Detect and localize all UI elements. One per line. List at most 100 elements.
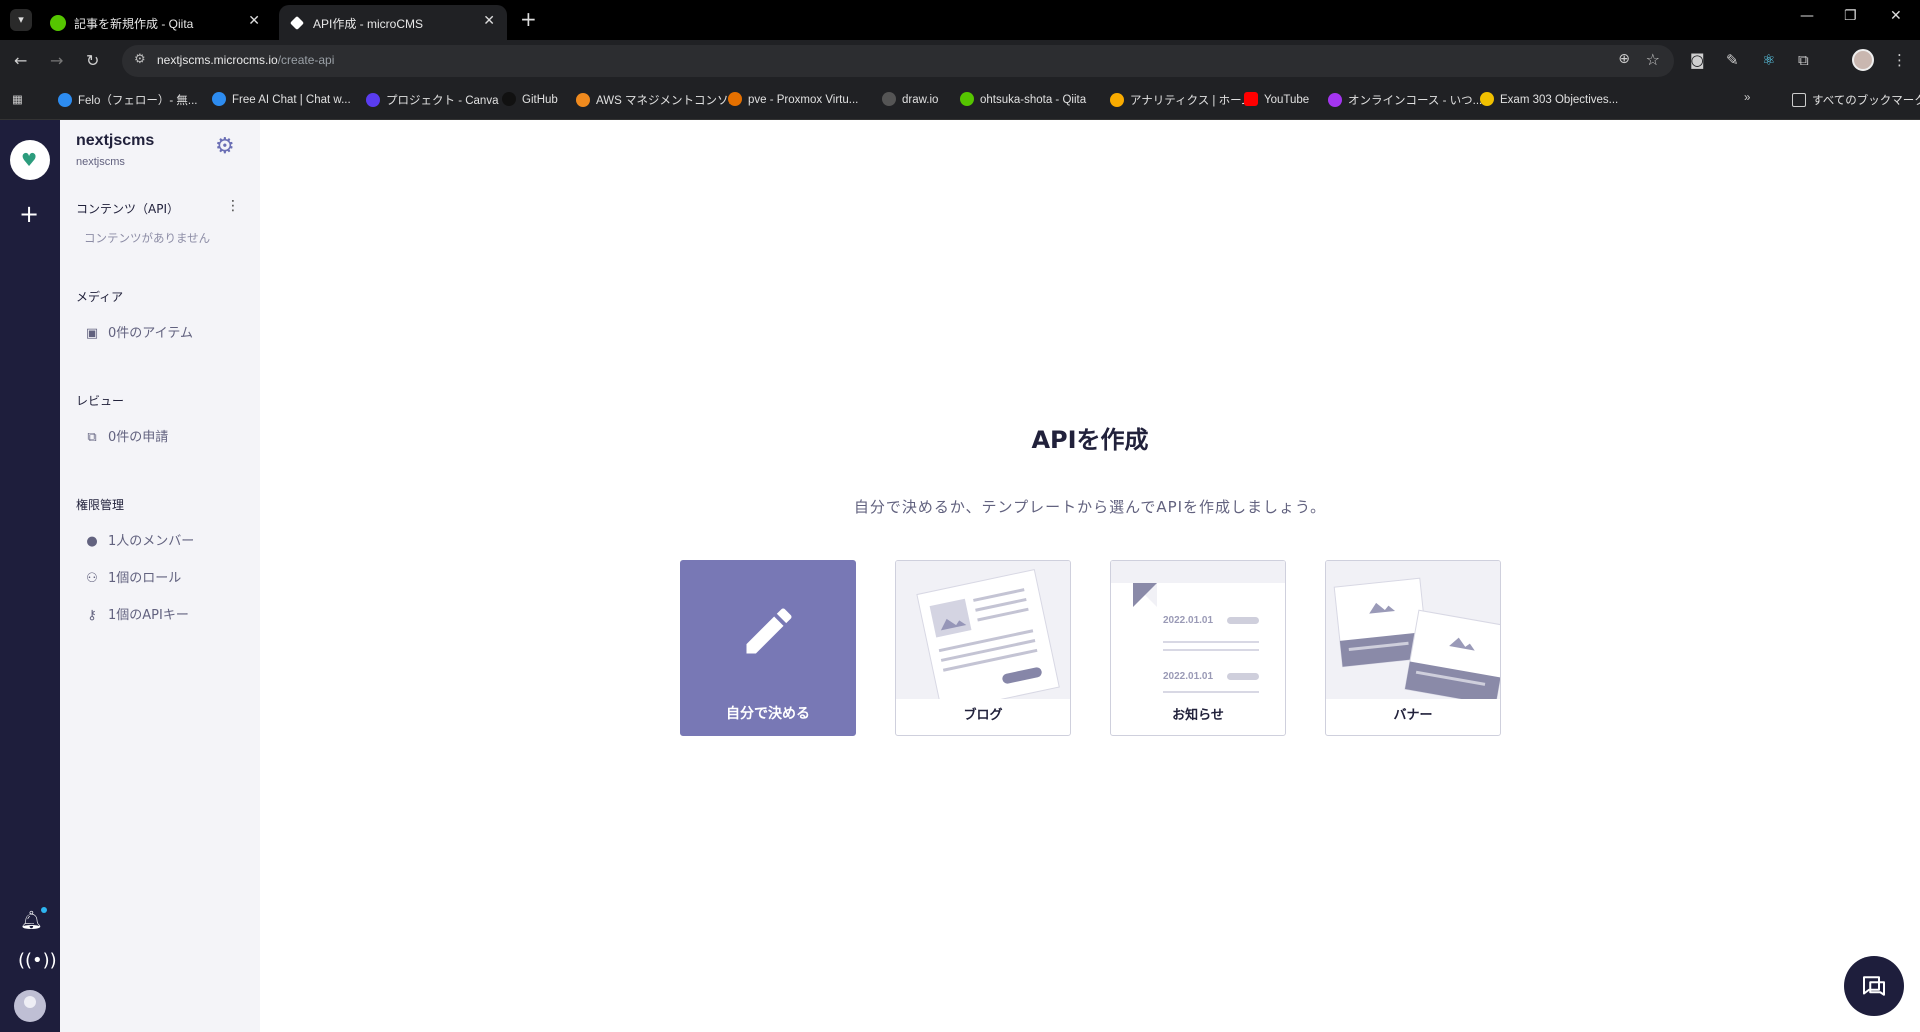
page-title: APIを作成 (1031, 426, 1149, 454)
main-content: APIを作成 自分で決めるか、テンプレートから選んでAPIを作成しましょう。 自… (260, 120, 1920, 1032)
broadcast-icon[interactable]: ((•)) (18, 950, 57, 971)
back-icon[interactable]: ← (14, 51, 27, 70)
bookmark-favicon-icon (366, 93, 380, 107)
bookmark-favicon-icon (728, 92, 742, 106)
contents-section-title: コンテンツ（API） (76, 202, 179, 216)
card-label: バナー (1393, 708, 1433, 723)
site-info-icon[interactable]: ⚙ (134, 52, 146, 67)
bookmark-item[interactable]: プロジェクト - Canva (366, 92, 498, 110)
sidebar-item-review[interactable]: ⧉ 0件の申請 (84, 426, 168, 446)
service-rail: ♥ + 🔔︎ ((•)) (0, 120, 60, 1032)
close-window-icon[interactable]: ✕ (1890, 8, 1902, 24)
user-avatar[interactable] (14, 990, 46, 1022)
url-text[interactable]: nextjscms.microcms.io/create-api (157, 53, 334, 67)
heart-icon: ♥ (21, 150, 38, 171)
minimize-icon[interactable]: — (1800, 8, 1814, 24)
bookmark-item[interactable]: Free AI Chat | Chat w... (212, 92, 351, 110)
bookmark-favicon-icon (1110, 93, 1124, 107)
restore-icon[interactable]: ❐ (1844, 8, 1857, 24)
sidebar-item-members[interactable]: ● 1人のメンバー (84, 530, 194, 550)
gear-icon[interactable]: ⚙ (215, 136, 235, 158)
folder-icon (1792, 93, 1806, 107)
tab-microcms[interactable]: API作成 - microCMS ✕ (279, 5, 507, 40)
bookmark-favicon-icon (212, 92, 226, 106)
group-icon: ⚇ (86, 571, 98, 586)
bookmark-favicon-icon (58, 93, 72, 107)
tab-title: API作成 - microCMS (313, 17, 424, 31)
permissions-section-title: 権限管理 (76, 498, 125, 512)
close-icon[interactable]: ✕ (483, 13, 495, 29)
card-label: お知らせ (1172, 708, 1224, 723)
bookmark-favicon-icon (1480, 92, 1494, 106)
news-template-card[interactable]: 2022.01.01 2022.01.01 お知らせ (1110, 560, 1286, 736)
review-icon: ⧉ (87, 430, 97, 445)
all-bookmarks-folder[interactable]: すべてのブックマーク (1792, 92, 1920, 110)
bookmarks-bar: ▦ Felo（フェロー）- 無... Free AI Chat | Chat w… (0, 82, 1920, 120)
sidebar-item-media[interactable]: ▣ 0件のアイテム (84, 322, 193, 342)
microcms-favicon-icon (289, 15, 305, 31)
browser-toolbar: ← → ↻ ⚙ nextjscms.microcms.io/create-api… (0, 40, 1920, 82)
image-icon: ▣ (85, 326, 99, 341)
bookmark-item[interactable]: GitHub (502, 92, 558, 110)
blog-illustration (896, 561, 1070, 699)
person-icon: ● (86, 534, 98, 549)
bookmark-item[interactable]: AWS マネジメントコンソ... (576, 92, 738, 110)
add-service-icon[interactable]: + (19, 202, 39, 226)
news-illustration: 2022.01.01 2022.01.01 (1111, 561, 1285, 699)
menu-icon[interactable]: ⋮ (1892, 51, 1907, 69)
bookmark-item[interactable]: アナリティクス | ホーム (1110, 92, 1253, 110)
address-bar[interactable]: ⚙ nextjscms.microcms.io/create-api ⊕ ☆ (122, 45, 1674, 77)
camera-icon[interactable]: ◙ (1690, 51, 1705, 69)
bookmark-favicon-icon (1244, 92, 1258, 106)
banner-template-card[interactable]: バナー (1325, 560, 1501, 736)
chat-icon (1863, 976, 1885, 996)
key-icon: ⚷ (87, 608, 97, 623)
bell-icon[interactable]: 🔔︎ (20, 910, 43, 931)
qiita-favicon-icon (50, 15, 66, 31)
bookmark-item[interactable]: draw.io (882, 92, 938, 110)
news-date-2: 2022.01.01 (1163, 671, 1213, 682)
zoom-icon[interactable]: ⊕ (1618, 51, 1630, 67)
contents-empty-text: コンテンツがありません (84, 231, 211, 245)
profile-avatar[interactable] (1852, 49, 1874, 71)
browser-tab-strip: ▾ 記事を新規作成 - Qiita ✕ API作成 - microCMS ✕ +… (0, 0, 1920, 40)
bookmark-favicon-icon (576, 93, 590, 107)
bookmark-item[interactable]: Felo（フェロー）- 無... (58, 92, 197, 110)
custom-api-card[interactable]: 自分で決める (680, 560, 856, 736)
sidebar: nextjscms nextjscms ⚙ コンテンツ（API） ⋮ コンテンツ… (60, 120, 260, 1032)
bookmark-star-icon[interactable]: ☆ (1646, 50, 1660, 69)
bookmark-favicon-icon (502, 92, 516, 106)
bookmark-favicon-icon (882, 92, 896, 106)
bookmark-favicon-icon (960, 92, 974, 106)
close-icon[interactable]: ✕ (248, 13, 260, 29)
overflow-chevron-icon[interactable]: » (1744, 92, 1750, 110)
tab-search-button[interactable]: ▾ (10, 9, 32, 31)
tab-qiita[interactable]: 記事を新規作成 - Qiita ✕ (40, 5, 272, 40)
blog-template-card[interactable]: ブログ (895, 560, 1071, 736)
service-logo[interactable]: ♥ (10, 140, 50, 180)
more-vertical-icon[interactable]: ⋮ (226, 198, 240, 214)
banner-illustration (1326, 561, 1500, 699)
forward-icon[interactable]: → (50, 51, 63, 70)
bookmark-item[interactable]: YouTube (1244, 92, 1309, 110)
card-label: 自分で決める (726, 706, 810, 722)
sidebar-item-roles[interactable]: ⚇ 1個のロール (84, 567, 181, 587)
service-name: nextjscms (76, 132, 155, 149)
bookmark-item[interactable]: オンラインコース - いつ... (1328, 92, 1482, 110)
react-devtools-icon[interactable]: ⚛ (1762, 51, 1775, 69)
notification-dot (41, 907, 47, 913)
apps-grid-icon[interactable]: ▦ (12, 92, 23, 110)
bookmark-item[interactable]: Exam 303 Objectives... (1480, 92, 1618, 110)
reload-icon[interactable]: ↻ (86, 51, 99, 70)
sidebar-item-apikeys[interactable]: ⚷ 1個のAPIキー (84, 604, 189, 624)
eyedropper-icon[interactable]: ✎ (1726, 51, 1739, 69)
support-chat-button[interactable] (1844, 956, 1904, 1016)
review-section-title: レビュー (76, 394, 125, 408)
bookmark-favicon-icon (1328, 93, 1342, 107)
bookmark-item[interactable]: ohtsuka-shota - Qiita (960, 92, 1086, 110)
tab-title: 記事を新規作成 - Qiita (74, 17, 194, 31)
new-tab-button[interactable]: + (520, 8, 537, 30)
extensions-icon[interactable]: ⧉ (1798, 51, 1809, 69)
card-label: ブログ (963, 708, 1003, 723)
bookmark-item[interactable]: pve - Proxmox Virtu... (728, 92, 858, 110)
